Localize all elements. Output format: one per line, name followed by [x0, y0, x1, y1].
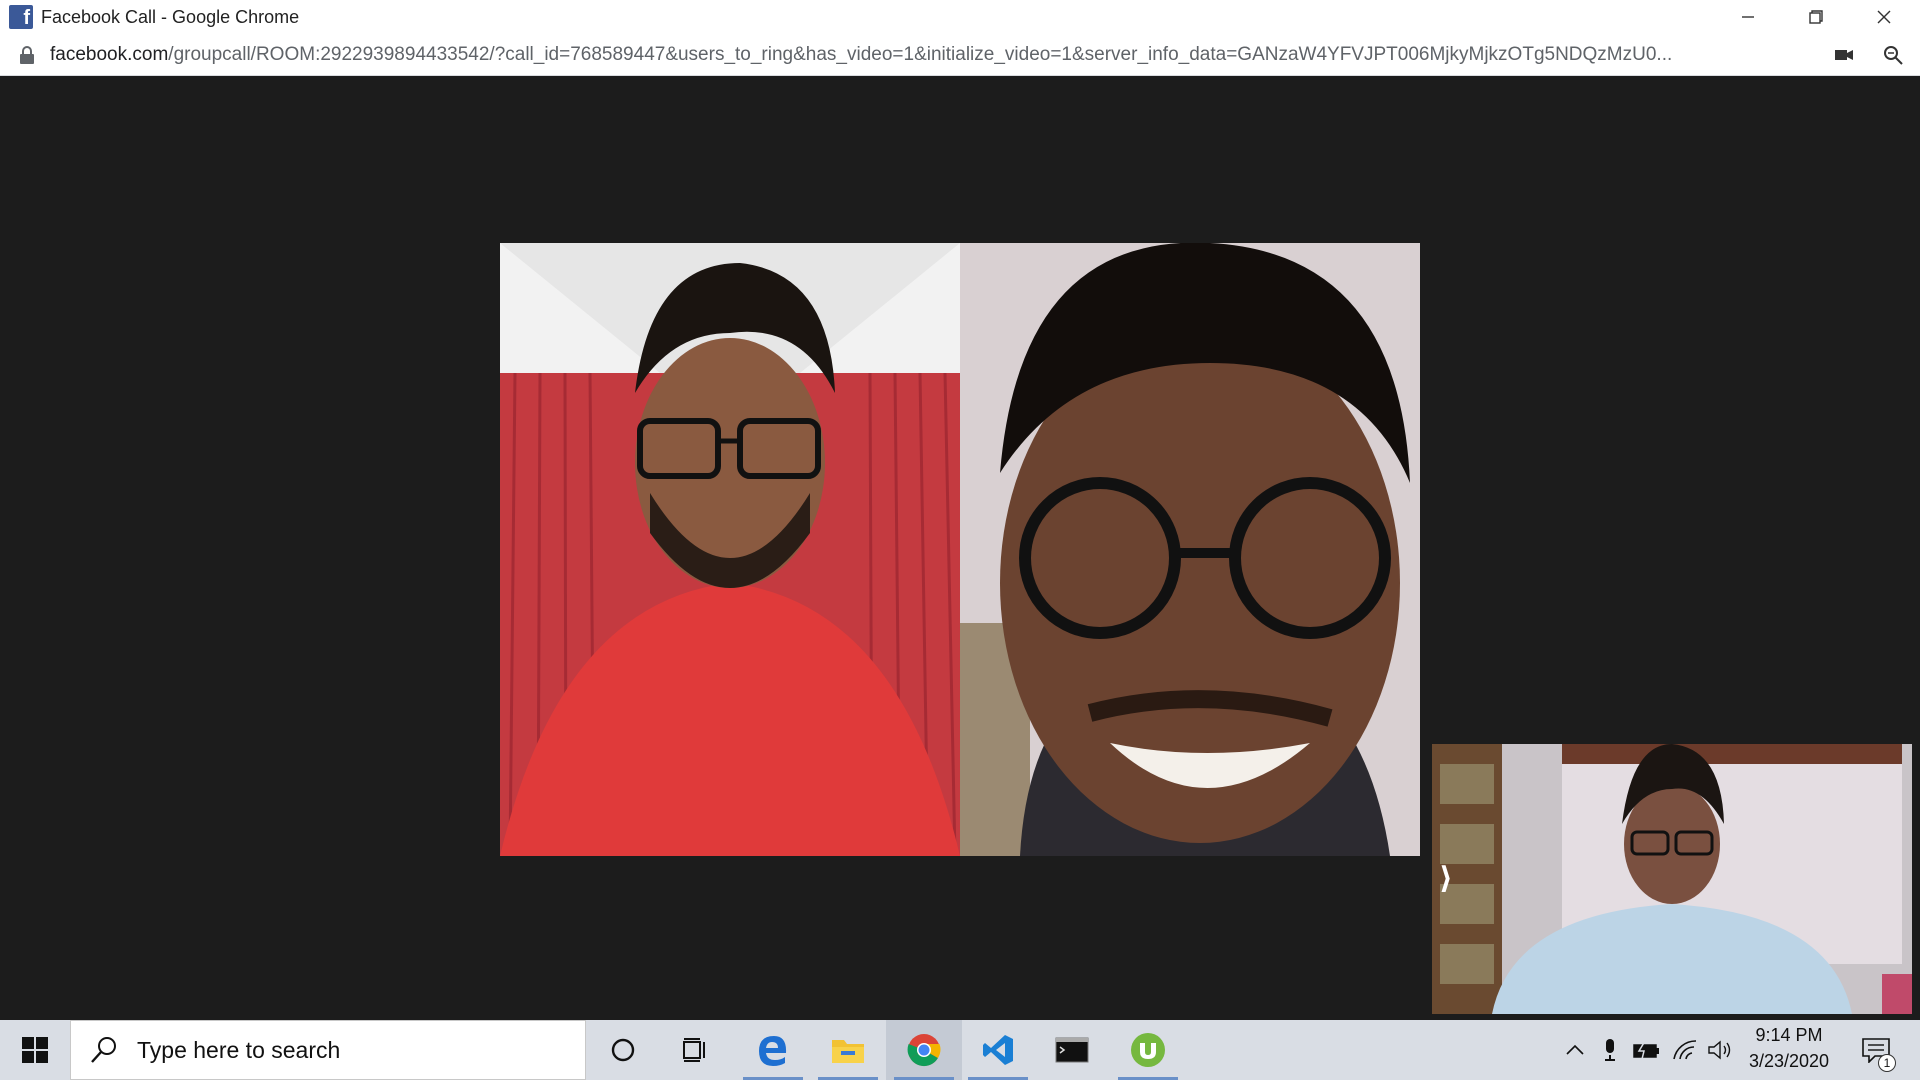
self-view-collapse-button[interactable]: ⟩ — [1436, 858, 1456, 898]
search-placeholder: Type here to search — [137, 1036, 341, 1063]
task-view-icon — [683, 1038, 705, 1062]
microphone-tray-button[interactable] — [1596, 1020, 1624, 1080]
minimize-button[interactable] — [1714, 0, 1782, 34]
window-title: Facebook Call - Google Chrome — [41, 6, 300, 27]
wifi-icon — [1673, 1040, 1697, 1060]
microphone-icon — [1605, 1039, 1615, 1061]
self-view-video[interactable] — [1432, 744, 1912, 1014]
volume-tray-button[interactable] — [1704, 1020, 1736, 1080]
camera-in-use-icon[interactable] — [1833, 44, 1855, 66]
network-tray-button[interactable] — [1668, 1020, 1702, 1080]
start-button[interactable] — [0, 1020, 70, 1080]
taskbar-clock[interactable]: 9:14 PM 3/23/2020 — [1736, 1022, 1842, 1078]
clock-date: 3/23/2020 — [1748, 1051, 1830, 1071]
clock-time: 9:14 PM — [1755, 1025, 1823, 1045]
edge-taskbar-button[interactable] — [735, 1020, 811, 1080]
file-explorer-taskbar-button[interactable] — [810, 1020, 886, 1080]
close-button[interactable] — [1850, 0, 1918, 34]
minimize-icon — [1742, 16, 1754, 18]
participant-1-video[interactable] — [500, 243, 960, 856]
address-bar[interactable]: facebook.com/groupcall/ROOM:292293989443… — [0, 34, 1920, 76]
cortana-icon — [611, 1038, 635, 1062]
notification-count-badge: 1 — [1878, 1054, 1896, 1072]
restore-button[interactable] — [1782, 0, 1850, 34]
chrome-taskbar-button[interactable] — [886, 1020, 962, 1080]
vscode-taskbar-button[interactable] — [960, 1020, 1036, 1080]
edge-icon — [759, 1036, 787, 1066]
terminal-icon — [1055, 1037, 1089, 1063]
facebook-favicon-icon: f — [9, 5, 33, 29]
utorrent-icon — [1131, 1033, 1165, 1067]
terminal-taskbar-button[interactable] — [1034, 1020, 1110, 1080]
chrome-icon — [907, 1034, 941, 1067]
url-text[interactable]: facebook.com/groupcall/ROOM:292293989443… — [50, 44, 1820, 66]
battery-icon — [1633, 1041, 1659, 1059]
volume-icon — [1708, 1040, 1731, 1060]
cortana-button[interactable] — [585, 1020, 661, 1080]
restore-icon — [1809, 10, 1823, 24]
battery-tray-button[interactable] — [1630, 1020, 1664, 1080]
window-titlebar: f Facebook Call - Google Chrome — [0, 0, 1920, 34]
show-hidden-icons-button[interactable] — [1560, 1020, 1590, 1080]
task-view-button[interactable] — [658, 1020, 734, 1080]
lock-icon[interactable] — [18, 45, 36, 65]
vscode-icon — [983, 1035, 1013, 1065]
chevron-up-icon — [1566, 1044, 1584, 1055]
search-icon — [91, 1037, 116, 1063]
windows-logo-icon — [22, 1037, 48, 1063]
close-icon — [1877, 10, 1891, 24]
file-explorer-icon — [832, 1040, 864, 1063]
zoom-icon[interactable] — [1882, 44, 1904, 66]
url-host: facebook.com — [50, 43, 169, 65]
taskbar-search-box[interactable]: Type here to search — [70, 1020, 586, 1080]
url-path: /groupcall/ROOM:2922939894433542/?call_i… — [168, 43, 1673, 65]
utorrent-taskbar-button[interactable] — [1110, 1020, 1186, 1080]
action-center-button[interactable]: 1 — [1846, 1020, 1906, 1080]
participant-2-video[interactable] — [960, 243, 1420, 856]
